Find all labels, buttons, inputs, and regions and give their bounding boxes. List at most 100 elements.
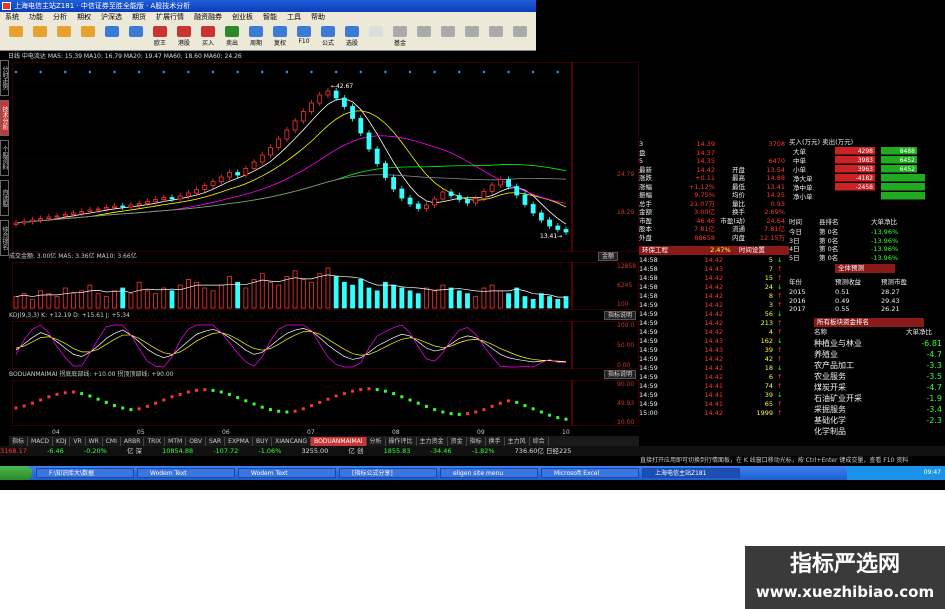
toolbar-button-21[interactable]	[510, 26, 530, 48]
flow-label: 净小单	[793, 192, 813, 201]
candle-body	[185, 192, 191, 197]
volume-chart[interactable]: 12858 6245 100	[12, 262, 639, 310]
kdj-chart[interactable]: 100.0 50.00 0.00	[12, 321, 639, 369]
toolbar-button-18[interactable]	[438, 26, 458, 48]
industry-strip[interactable]: 环保工程 2.47% 时间设置	[639, 246, 789, 255]
left-tab-3[interactable]: 自选股	[0, 180, 9, 216]
time-setting-button[interactable]: 时间设置	[739, 246, 765, 254]
tick-volume: 65	[764, 400, 773, 408]
toolbar-button-5[interactable]	[126, 26, 146, 48]
toolbar-button-17[interactable]	[414, 26, 434, 48]
menu-item-9[interactable]: 智能	[258, 12, 282, 23]
menu-item-6[interactable]: 扩展行情	[151, 12, 189, 23]
candlestick-chart[interactable]: 24.79 18.29 ←42.67 13.41→	[12, 62, 639, 252]
toolbar-button-6[interactable]: 欧王	[150, 26, 170, 48]
toolbar-button-7[interactable]: 港股	[174, 26, 194, 48]
taskbar-item-5[interactable]: Microsoft Excel	[541, 468, 639, 478]
toolbar-icon	[441, 26, 455, 37]
candle-body	[317, 94, 323, 104]
toolbar-button-20[interactable]	[486, 26, 506, 48]
toolbar-button-14[interactable]: 选股	[342, 26, 362, 48]
sector-name: 种植业与林业	[814, 339, 862, 348]
menu-item-7[interactable]: 融资融券	[189, 12, 227, 23]
quote-label: 总手	[639, 199, 652, 208]
left-tab-0[interactable]: 分时走势	[0, 60, 9, 96]
taskbar-item-4[interactable]: eligen site menu	[440, 468, 538, 478]
volume-bar	[547, 296, 552, 309]
menu-item-11[interactable]: 帮助	[306, 12, 330, 23]
menu-item-10[interactable]: 工具	[282, 12, 306, 23]
sector-row[interactable]: 煤炭开采 -4.7	[814, 382, 945, 393]
boduan-dot	[211, 388, 215, 392]
quote-label-2: 换手	[732, 208, 745, 216]
toolbar-button-16[interactable]: 基金	[390, 26, 410, 48]
left-tab-4[interactable]: 综合排名	[0, 220, 9, 256]
volume-bar	[128, 293, 134, 309]
menu-item-2[interactable]: 分析	[48, 12, 72, 23]
sector-name: 基础化学	[814, 416, 846, 425]
menu-item-0[interactable]: 系统	[0, 12, 24, 23]
signal-dot	[88, 70, 92, 74]
candle-body	[530, 204, 536, 214]
menu-item-5[interactable]: 期货	[127, 12, 151, 23]
menu-item-1[interactable]: 功能	[24, 12, 48, 23]
boduan-info-button[interactable]: 指标说明	[604, 370, 637, 379]
kdj-info-button[interactable]: 指标说明	[604, 311, 637, 320]
toolbar-button-15[interactable]	[366, 26, 386, 48]
toolbar-label: 港股	[177, 40, 190, 47]
sector-name: 养殖业	[814, 350, 838, 359]
boduan-dot	[400, 395, 404, 399]
toolbar-button-8[interactable]: 买入	[198, 26, 218, 48]
toolbar-button-11[interactable]: 复权	[270, 26, 290, 48]
candle-body	[284, 129, 290, 140]
boduan-dot	[408, 398, 412, 402]
quote-label: 涨跌	[639, 174, 652, 182]
toolbar-button-3[interactable]	[78, 26, 98, 48]
tick-arrow-icon: ↑	[777, 346, 783, 354]
toolbar-button-1[interactable]	[30, 26, 50, 48]
tick-time: 14:59	[639, 328, 658, 336]
boduan-dot	[137, 407, 141, 411]
toolbar-button-9[interactable]: 卖出	[222, 26, 242, 48]
menu-item-3[interactable]: 期权	[72, 12, 96, 23]
menu-item-4[interactable]: 沪深选	[96, 12, 127, 23]
toolbar-button-12[interactable]: F10	[294, 26, 314, 48]
candle-body	[489, 184, 495, 192]
sector-row[interactable]: 基础化学 -2.3	[814, 415, 945, 426]
taskbar-item-3[interactable]: [指标公式分享]	[339, 468, 437, 478]
tick-arrow-icon: ↑	[777, 301, 783, 309]
sector-row[interactable]: 养殖业 -4.7	[814, 349, 945, 360]
toolbar-button-13[interactable]: 公式	[318, 26, 338, 48]
sector-row[interactable]: 种植业与林业 -6.81	[814, 338, 945, 349]
boduan-dot	[531, 407, 535, 411]
boduan-chart[interactable]: 90.00 49.93 10.00	[12, 380, 639, 426]
sector-row[interactable]: 化学制品	[814, 426, 945, 437]
toolbar-button-4[interactable]	[102, 26, 122, 48]
sector-row[interactable]: 农产品加工 -3.3	[814, 360, 945, 371]
taskbar-item-0[interactable]: F:\知识库大\数据	[36, 468, 134, 478]
candle-body	[456, 195, 462, 200]
taskbar-item-1[interactable]: Wodem Text	[137, 468, 235, 478]
sector-row[interactable]: 农业服务 -3.5	[814, 371, 945, 382]
toolbar-icon	[153, 26, 167, 37]
toolbar-button-2[interactable]	[54, 26, 74, 48]
taskbar-item-2[interactable]: Wodem Text	[238, 468, 336, 478]
menu-item-8[interactable]: 创业板	[227, 12, 258, 23]
sector-row[interactable]: 采掘服务 -3.4	[814, 404, 945, 415]
taskbar-item-6[interactable]: 上海电信主站Z181	[642, 468, 740, 478]
start-button[interactable]	[0, 466, 32, 480]
flow-header: 买入(万元) 卖出(万元)	[789, 138, 854, 146]
toolbar-button-0[interactable]	[6, 26, 26, 48]
toolbar-button-19[interactable]	[462, 26, 482, 48]
forecast-tab[interactable]: 全体预测	[835, 264, 895, 273]
boduan-dot	[113, 404, 117, 408]
sector-row[interactable]: 石油矿业开采 -1.9	[814, 393, 945, 404]
left-tab-1[interactable]: 技术分析	[0, 100, 9, 136]
toolbar-button-10[interactable]: 周期	[246, 26, 266, 48]
volume-metric-badge[interactable]: 金额	[598, 252, 619, 261]
boduan-dot	[145, 404, 149, 408]
volume-bar	[358, 279, 364, 309]
left-tab-2[interactable]: 个股资料	[0, 140, 9, 176]
sector-title[interactable]: 所有板块资金排名	[814, 318, 924, 327]
forecast-header: 年份 预测收益 预测市盈	[789, 278, 945, 286]
